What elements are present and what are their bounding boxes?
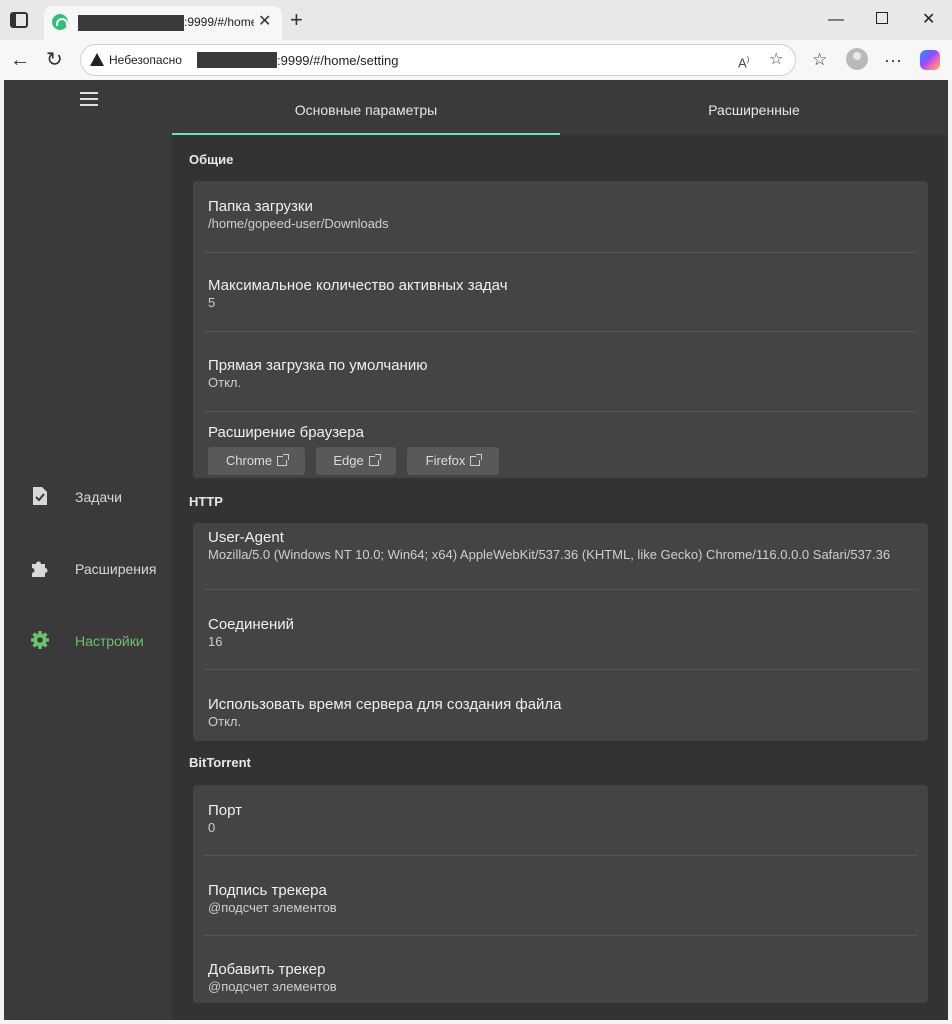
setting-value: /home/gopeed-user/Downloads xyxy=(208,216,389,231)
setting-tracker-subscription[interactable]: Подпись трекера @подсчет элементов xyxy=(208,882,918,916)
button-label: Chrome xyxy=(225,453,273,468)
profile-avatar[interactable] xyxy=(846,48,868,70)
close-tab-icon[interactable]: ✕ xyxy=(258,12,271,32)
insecure-label[interactable]: Небезопасно xyxy=(109,53,182,67)
setting-title: Добавить трекер xyxy=(208,961,326,978)
setting-title: Подпись трекера xyxy=(208,882,327,899)
sidebar-item-tasks[interactable]: Задачи xyxy=(4,478,172,518)
warning-icon xyxy=(90,53,104,66)
tab-title: :9999/#/home/setting xyxy=(184,15,254,29)
card-general: Папка загрузки /home/gopeed-user/Downloa… xyxy=(193,181,928,478)
divider xyxy=(204,411,917,412)
card-http: User-Agent Mozilla/5.0 (Windows NT 10.0;… xyxy=(193,523,928,741)
section-title-bittorrent: BitTorrent xyxy=(189,755,251,770)
setting-add-tracker[interactable]: Добавить трекер @подсчет элементов xyxy=(208,961,918,995)
sidebar-item-label: Настройки xyxy=(75,633,144,649)
browser-tab-bar: :9999/#/home/setting ✕ + — ✕ xyxy=(0,0,952,40)
redacted-host xyxy=(78,15,184,31)
setting-value: Mozilla/5.0 (Windows NT 10.0; Win64; x64… xyxy=(208,547,891,562)
maximize-icon[interactable] xyxy=(876,12,888,24)
divider xyxy=(204,669,917,670)
setting-value: @подсчет элементов xyxy=(208,979,337,994)
copilot-icon[interactable] xyxy=(920,50,940,70)
open-external-icon xyxy=(470,454,483,466)
settings-tabs: Основные параметры Расширенные xyxy=(172,80,948,135)
more-icon[interactable]: ··· xyxy=(884,48,902,72)
sidebar-item-label: Задачи xyxy=(75,489,123,505)
reload-icon[interactable]: ↻ xyxy=(46,48,63,72)
settings-main: Основные параметры Расширенные Общие Пап… xyxy=(172,80,948,1020)
setting-value: @подсчет элементов xyxy=(208,900,337,915)
setting-browser-extension: Расширение браузера xyxy=(208,424,918,442)
divider xyxy=(204,935,917,936)
setting-value: Откл. xyxy=(208,714,242,729)
gear-icon xyxy=(31,631,49,649)
minimize-icon[interactable]: — xyxy=(828,10,844,30)
divider xyxy=(204,331,917,332)
task-icon xyxy=(33,487,47,505)
sidebar: Задачи Расширения Настройки xyxy=(4,80,172,1020)
menu-icon[interactable] xyxy=(80,92,98,106)
setting-title: Порт xyxy=(208,802,243,819)
setting-title: Использовать время сервера для создания … xyxy=(208,696,562,713)
setting-title: Прямая загрузка по умолчанию xyxy=(208,357,428,374)
setting-connections[interactable]: Соединений 16 xyxy=(208,616,918,650)
divider xyxy=(204,589,917,590)
card-bittorrent: Порт 0 Подпись трекера @подсчет элементо… xyxy=(193,785,928,1003)
address-bar: ← ↻ Небезопасно :9999/#/home/setting A) … xyxy=(0,40,952,80)
setting-value: 0 xyxy=(208,820,216,835)
setting-title: User-Agent xyxy=(208,529,284,546)
edge-extension-button[interactable]: Edge xyxy=(316,447,396,475)
firefox-extension-button[interactable]: Firefox xyxy=(407,447,499,475)
setting-title: Папка загрузки xyxy=(208,198,313,215)
tab-advanced[interactable]: Расширенные xyxy=(560,80,948,135)
section-title-http: HTTP xyxy=(189,494,223,509)
new-tab-icon[interactable]: + xyxy=(290,8,303,32)
divider xyxy=(204,855,917,856)
button-label: Firefox xyxy=(425,453,466,468)
setting-direct-download[interactable]: Прямая загрузка по умолчанию Откл. xyxy=(208,357,918,391)
setting-value: 5 xyxy=(208,295,216,310)
sidebar-item-settings[interactable]: Настройки xyxy=(4,622,172,662)
setting-user-agent[interactable]: User-Agent Mozilla/5.0 (Windows NT 10.0;… xyxy=(208,529,918,563)
redacted-host xyxy=(197,52,277,68)
setting-title: Соединений xyxy=(208,616,294,633)
favorite-star-icon[interactable]: ☆ xyxy=(769,51,783,69)
tab-actions-icon[interactable] xyxy=(10,12,28,28)
read-aloud-icon[interactable]: A) xyxy=(738,51,749,72)
url-text: :9999/#/home/setting xyxy=(277,53,399,68)
setting-title: Расширение браузера xyxy=(208,424,364,441)
setting-download-folder[interactable]: Папка загрузки /home/gopeed-user/Downloa… xyxy=(208,198,918,232)
divider xyxy=(204,252,917,253)
setting-server-time[interactable]: Использовать время сервера для создания … xyxy=(208,696,918,730)
setting-title: Максимальное количество активных задач xyxy=(208,277,508,294)
gopeed-favicon-icon xyxy=(52,14,68,30)
open-external-icon xyxy=(368,454,381,466)
section-title-general: Общие xyxy=(189,152,234,167)
open-external-icon xyxy=(277,454,290,466)
browser-tab[interactable]: :9999/#/home/setting ✕ xyxy=(44,6,282,40)
close-window-icon[interactable]: ✕ xyxy=(922,10,935,30)
sidebar-item-extensions[interactable]: Расширения xyxy=(4,550,172,590)
favorites-icon[interactable]: ☆ xyxy=(812,48,827,72)
gopeed-app: Задачи Расширения Настройки Основные пар… xyxy=(4,80,948,1020)
button-label: Edge xyxy=(333,453,364,468)
setting-port[interactable]: Порт 0 xyxy=(208,802,918,836)
setting-value: 16 xyxy=(208,634,223,649)
url-input[interactable]: Небезопасно :9999/#/home/setting A) ☆ xyxy=(80,44,796,76)
setting-max-tasks[interactable]: Максимальное количество активных задач 5 xyxy=(208,277,918,311)
back-icon[interactable]: ← xyxy=(10,48,30,72)
sidebar-item-label: Расширения xyxy=(75,561,157,577)
puzzle-icon xyxy=(32,561,48,577)
tab-basic[interactable]: Основные параметры xyxy=(172,80,560,135)
chrome-extension-button[interactable]: Chrome xyxy=(208,447,305,475)
setting-value: Откл. xyxy=(208,375,242,390)
